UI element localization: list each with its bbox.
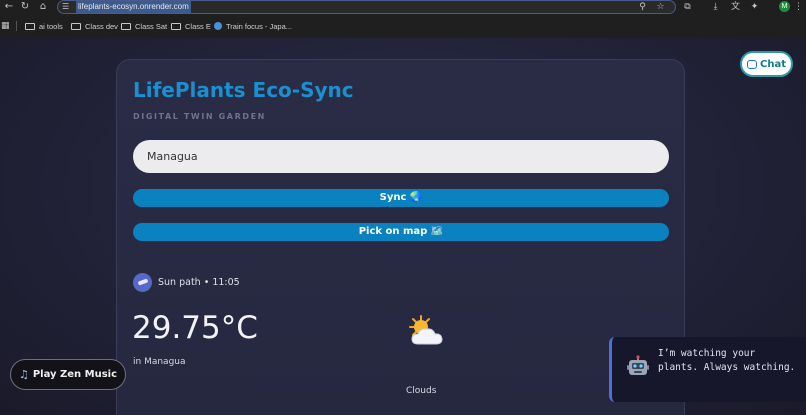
bookmark-folder[interactable]: ai tools xyxy=(25,20,63,32)
menu-dots-icon[interactable]: ⋮ xyxy=(794,1,803,13)
folder-icon xyxy=(171,22,181,30)
address-bar[interactable]: ☰ lifeplants-ecosyn.onrender.com ⚲ ☆ xyxy=(57,0,676,14)
pick-on-map-button[interactable]: Pick on map 🗺️ xyxy=(133,223,669,241)
location-pin-icon[interactable]: ⚲ xyxy=(637,2,648,13)
sun-path-row: Sun path • 11:05 xyxy=(133,272,240,292)
bookmark-site[interactable]: Train focus - Japa... xyxy=(214,20,292,32)
app-subtitle: DIGITAL TWIN GARDEN xyxy=(133,112,266,121)
speech-bubble-icon xyxy=(747,59,757,69)
bookmark-folder[interactable]: Class E xyxy=(171,20,211,32)
page: LifePlants Eco-Sync DIGITAL TWIN GARDEN … xyxy=(0,38,806,415)
browser-chrome: ← ↻ ⌂ ☰ lifeplants-ecosyn.onrender.com ⚲… xyxy=(0,0,806,38)
url-text[interactable]: lifeplants-ecosyn.onrender.com xyxy=(76,1,191,13)
sun-path-text: Sun path • 11:05 xyxy=(158,276,240,288)
puzzle-icon[interactable]: ✦ xyxy=(748,1,761,13)
site-favicon-icon xyxy=(214,22,222,30)
main-card: LifePlants Eco-Sync DIGITAL TWIN GARDEN … xyxy=(116,59,685,415)
city-input[interactable] xyxy=(133,140,669,173)
location-text: in Managua xyxy=(133,357,186,367)
back-arrow-icon[interactable]: ← xyxy=(2,1,16,13)
site-info-icon[interactable]: ☰ xyxy=(62,2,72,12)
apps-grid-icon[interactable]: ▦ xyxy=(1,21,11,31)
folder-icon xyxy=(71,22,81,30)
sync-button[interactable]: Sync 🌏 xyxy=(133,189,669,207)
toolbar: ← ↻ ⌂ ☰ lifeplants-ecosyn.onrender.com ⚲… xyxy=(0,0,806,15)
home-icon[interactable]: ⌂ xyxy=(36,1,50,13)
music-note-icon: ♫ xyxy=(18,368,29,381)
robot-icon xyxy=(627,355,649,375)
chat-button[interactable]: Chat xyxy=(740,51,793,77)
weather-condition: Clouds xyxy=(406,386,437,396)
bookmark-star-icon[interactable]: ☆ xyxy=(655,2,666,13)
robot-toast: I’m watching your plants. Always watchin… xyxy=(609,337,806,402)
sun-behind-cloud-icon xyxy=(409,315,443,345)
translate-icon[interactable]: 文 xyxy=(729,1,742,13)
reload-icon[interactable]: ↻ xyxy=(18,1,32,13)
download-icon[interactable]: ⤓ xyxy=(709,1,722,13)
sun-path-icon xyxy=(133,272,152,292)
app-title: LifePlants Eco-Sync xyxy=(133,78,354,102)
toast-message: I’m watching your plants. Always watchin… xyxy=(658,348,796,373)
folder-icon xyxy=(121,22,131,30)
bookmark-folder[interactable]: Class Sat xyxy=(121,20,167,32)
bookmark-folder[interactable]: Class dev xyxy=(71,20,118,32)
extensions-icon[interactable]: ⧉ xyxy=(681,1,694,13)
profile-avatar[interactable]: M xyxy=(779,1,790,12)
temperature: 29.75°C xyxy=(132,310,258,346)
bookmark-separator xyxy=(16,21,17,31)
folder-icon xyxy=(25,22,35,30)
bookmarks-bar: ▦ ai tools Class dev Class Sat Class E T… xyxy=(0,17,806,35)
play-zen-music-button[interactable]: ♫ Play Zen Music xyxy=(10,359,126,390)
